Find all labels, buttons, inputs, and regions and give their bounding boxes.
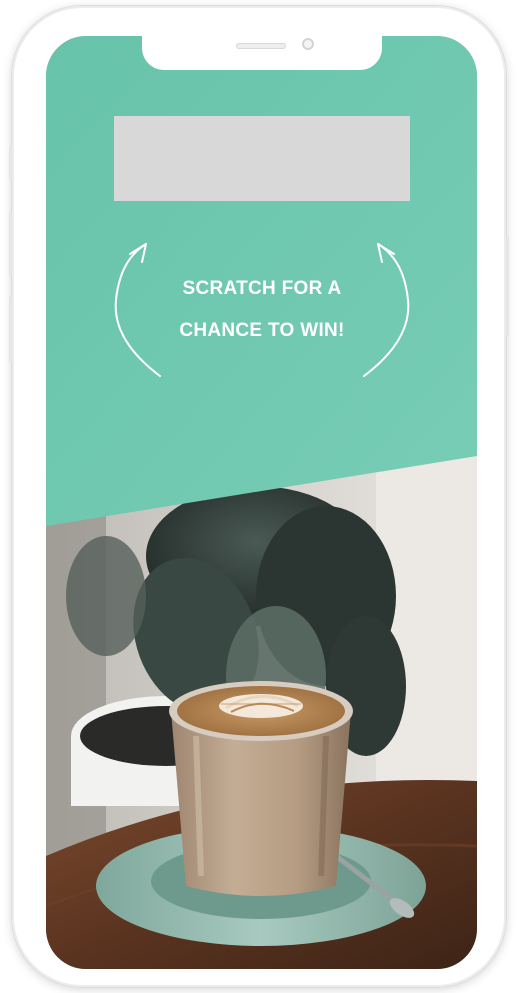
power-button [506,236,509,336]
speaker-grille [236,43,286,49]
scratch-card-area[interactable] [114,116,410,201]
scratch-prompt: SCRATCH FOR A CHANCE TO WIN! [112,268,412,352]
cta-line-1: SCRATCH FOR A [182,278,342,299]
volume-down-button [9,296,12,362]
silent-switch [9,146,12,180]
notch [142,36,382,70]
front-camera [302,38,314,50]
cta-line-2: CHANCE TO WIN! [179,320,345,341]
volume-up-button [9,211,12,277]
app-screen: SCRATCH FOR A CHANCE TO WIN! [46,36,477,969]
